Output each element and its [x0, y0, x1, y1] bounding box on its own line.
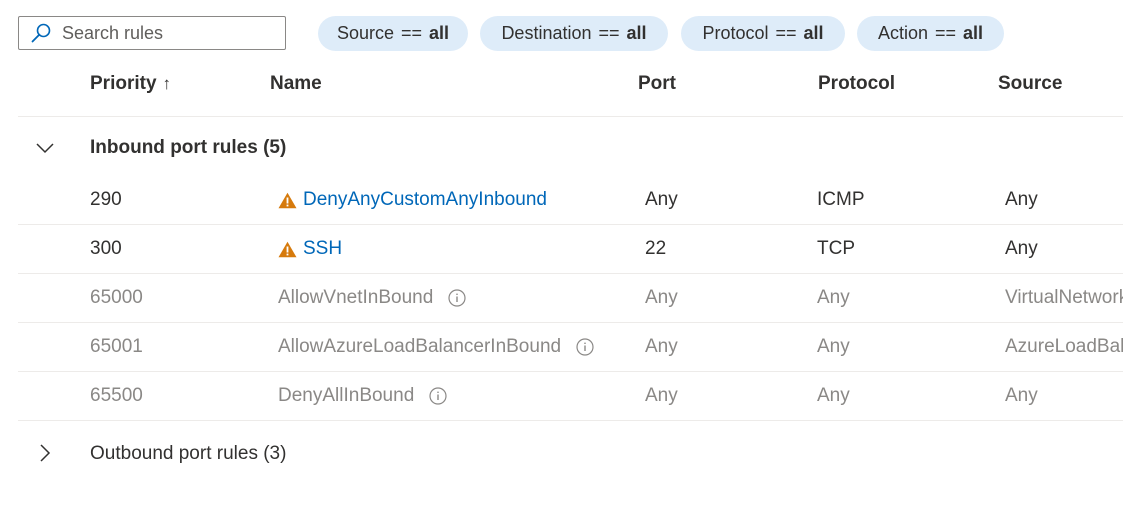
filter-key: Protocol	[702, 23, 769, 43]
column-header-protocol[interactable]: Protocol	[818, 73, 895, 95]
cell-name: SSH	[278, 238, 342, 260]
filter-key: Source	[336, 23, 394, 43]
cell-protocol: ICMP	[817, 189, 865, 210]
filter-pill-protocol[interactable]: Protocol == all	[681, 16, 845, 51]
info-icon[interactable]	[429, 387, 447, 405]
cell-source: VirtualNetwork	[1005, 287, 1123, 308]
cell-priority: 65500	[90, 385, 143, 406]
table-row[interactable]: 65001 AllowAzureLoadBalancerInBound Any …	[18, 323, 1123, 372]
filter-pill-destination[interactable]: Destination == all	[480, 16, 668, 51]
cell-source: AzureLoadBalancer	[1005, 336, 1123, 357]
cell-port: Any	[645, 287, 678, 308]
cell-protocol: TCP	[817, 238, 855, 259]
column-header-label: Priority	[90, 73, 157, 94]
rule-name: AllowVnetInBound	[278, 287, 434, 308]
group-header-outbound[interactable]: Outbound port rules (3)	[0, 433, 1123, 473]
table-row[interactable]: 290 DenyAnyCustomAnyInbound Any ICMP Any	[18, 176, 1123, 225]
cell-source: Any	[1005, 189, 1038, 210]
filter-key: Action	[877, 23, 928, 43]
cell-name: AllowAzureLoadBalancerInBound	[278, 336, 594, 358]
info-icon[interactable]	[576, 338, 594, 356]
column-header-port[interactable]: Port	[638, 73, 676, 95]
cell-priority: 300	[90, 238, 122, 259]
warning-icon	[278, 241, 297, 257]
info-icon[interactable]	[448, 289, 466, 307]
cell-name: DenyAnyCustomAnyInbound	[278, 189, 547, 211]
chevron-down-icon[interactable]	[34, 137, 56, 159]
cell-port: Any	[645, 189, 678, 210]
group-label-inbound: Inbound port rules (5)	[90, 137, 287, 158]
sort-ascending-icon: ↑	[162, 74, 172, 93]
cell-port: Any	[645, 336, 678, 357]
search-input[interactable]	[62, 22, 252, 44]
search-icon	[31, 23, 51, 43]
cell-name: DenyAllInBound	[278, 385, 447, 407]
filter-value: all	[626, 23, 647, 43]
filter-value: all	[429, 23, 450, 43]
group-label-outbound: Outbound port rules (3)	[90, 443, 287, 464]
cell-priority: 65001	[90, 336, 143, 357]
filter-operator: ==	[775, 23, 797, 43]
cell-protocol: Any	[817, 287, 850, 308]
cell-name: AllowVnetInBound	[278, 287, 466, 309]
cell-source: Any	[1005, 385, 1038, 406]
cell-port: 22	[645, 238, 667, 259]
cell-port: Any	[645, 385, 678, 406]
cell-protocol: Any	[817, 336, 850, 357]
filter-pill-source[interactable]: Source == all	[318, 16, 468, 51]
rule-name: DenyAllInBound	[278, 385, 415, 406]
cell-priority: 65000	[90, 287, 143, 308]
column-header-name[interactable]: Name	[270, 73, 322, 95]
cell-protocol: Any	[817, 385, 850, 406]
column-header-source[interactable]: Source	[998, 73, 1062, 95]
warning-icon	[278, 192, 297, 208]
header-divider	[18, 116, 1123, 117]
filter-operator: ==	[598, 23, 620, 43]
filter-key: Destination	[501, 23, 592, 43]
filter-value: all	[803, 23, 824, 43]
filter-operator: ==	[934, 23, 957, 43]
filter-value: all	[963, 23, 984, 43]
cell-priority: 290	[90, 189, 122, 210]
filter-operator: ==	[401, 23, 423, 43]
table-row[interactable]: 65000 AllowVnetInBound Any Any VirtualNe…	[18, 274, 1123, 323]
chevron-right-icon[interactable]	[34, 442, 56, 464]
filter-pill-action[interactable]: Action == all	[857, 16, 1004, 51]
rule-name-link[interactable]: SSH	[303, 238, 342, 260]
rule-name: AllowAzureLoadBalancerInBound	[278, 336, 562, 357]
column-header-priority[interactable]: Priority ↑	[90, 73, 171, 95]
search-box[interactable]	[18, 16, 286, 50]
group-header-inbound[interactable]: Inbound port rules (5)	[0, 128, 1123, 168]
rule-name-link[interactable]: DenyAnyCustomAnyInbound	[303, 189, 547, 211]
cell-source: Any	[1005, 238, 1038, 259]
table-row[interactable]: 300 SSH 22 TCP Any	[18, 225, 1123, 274]
table-row[interactable]: 65500 DenyAllInBound Any Any Any	[18, 372, 1123, 421]
